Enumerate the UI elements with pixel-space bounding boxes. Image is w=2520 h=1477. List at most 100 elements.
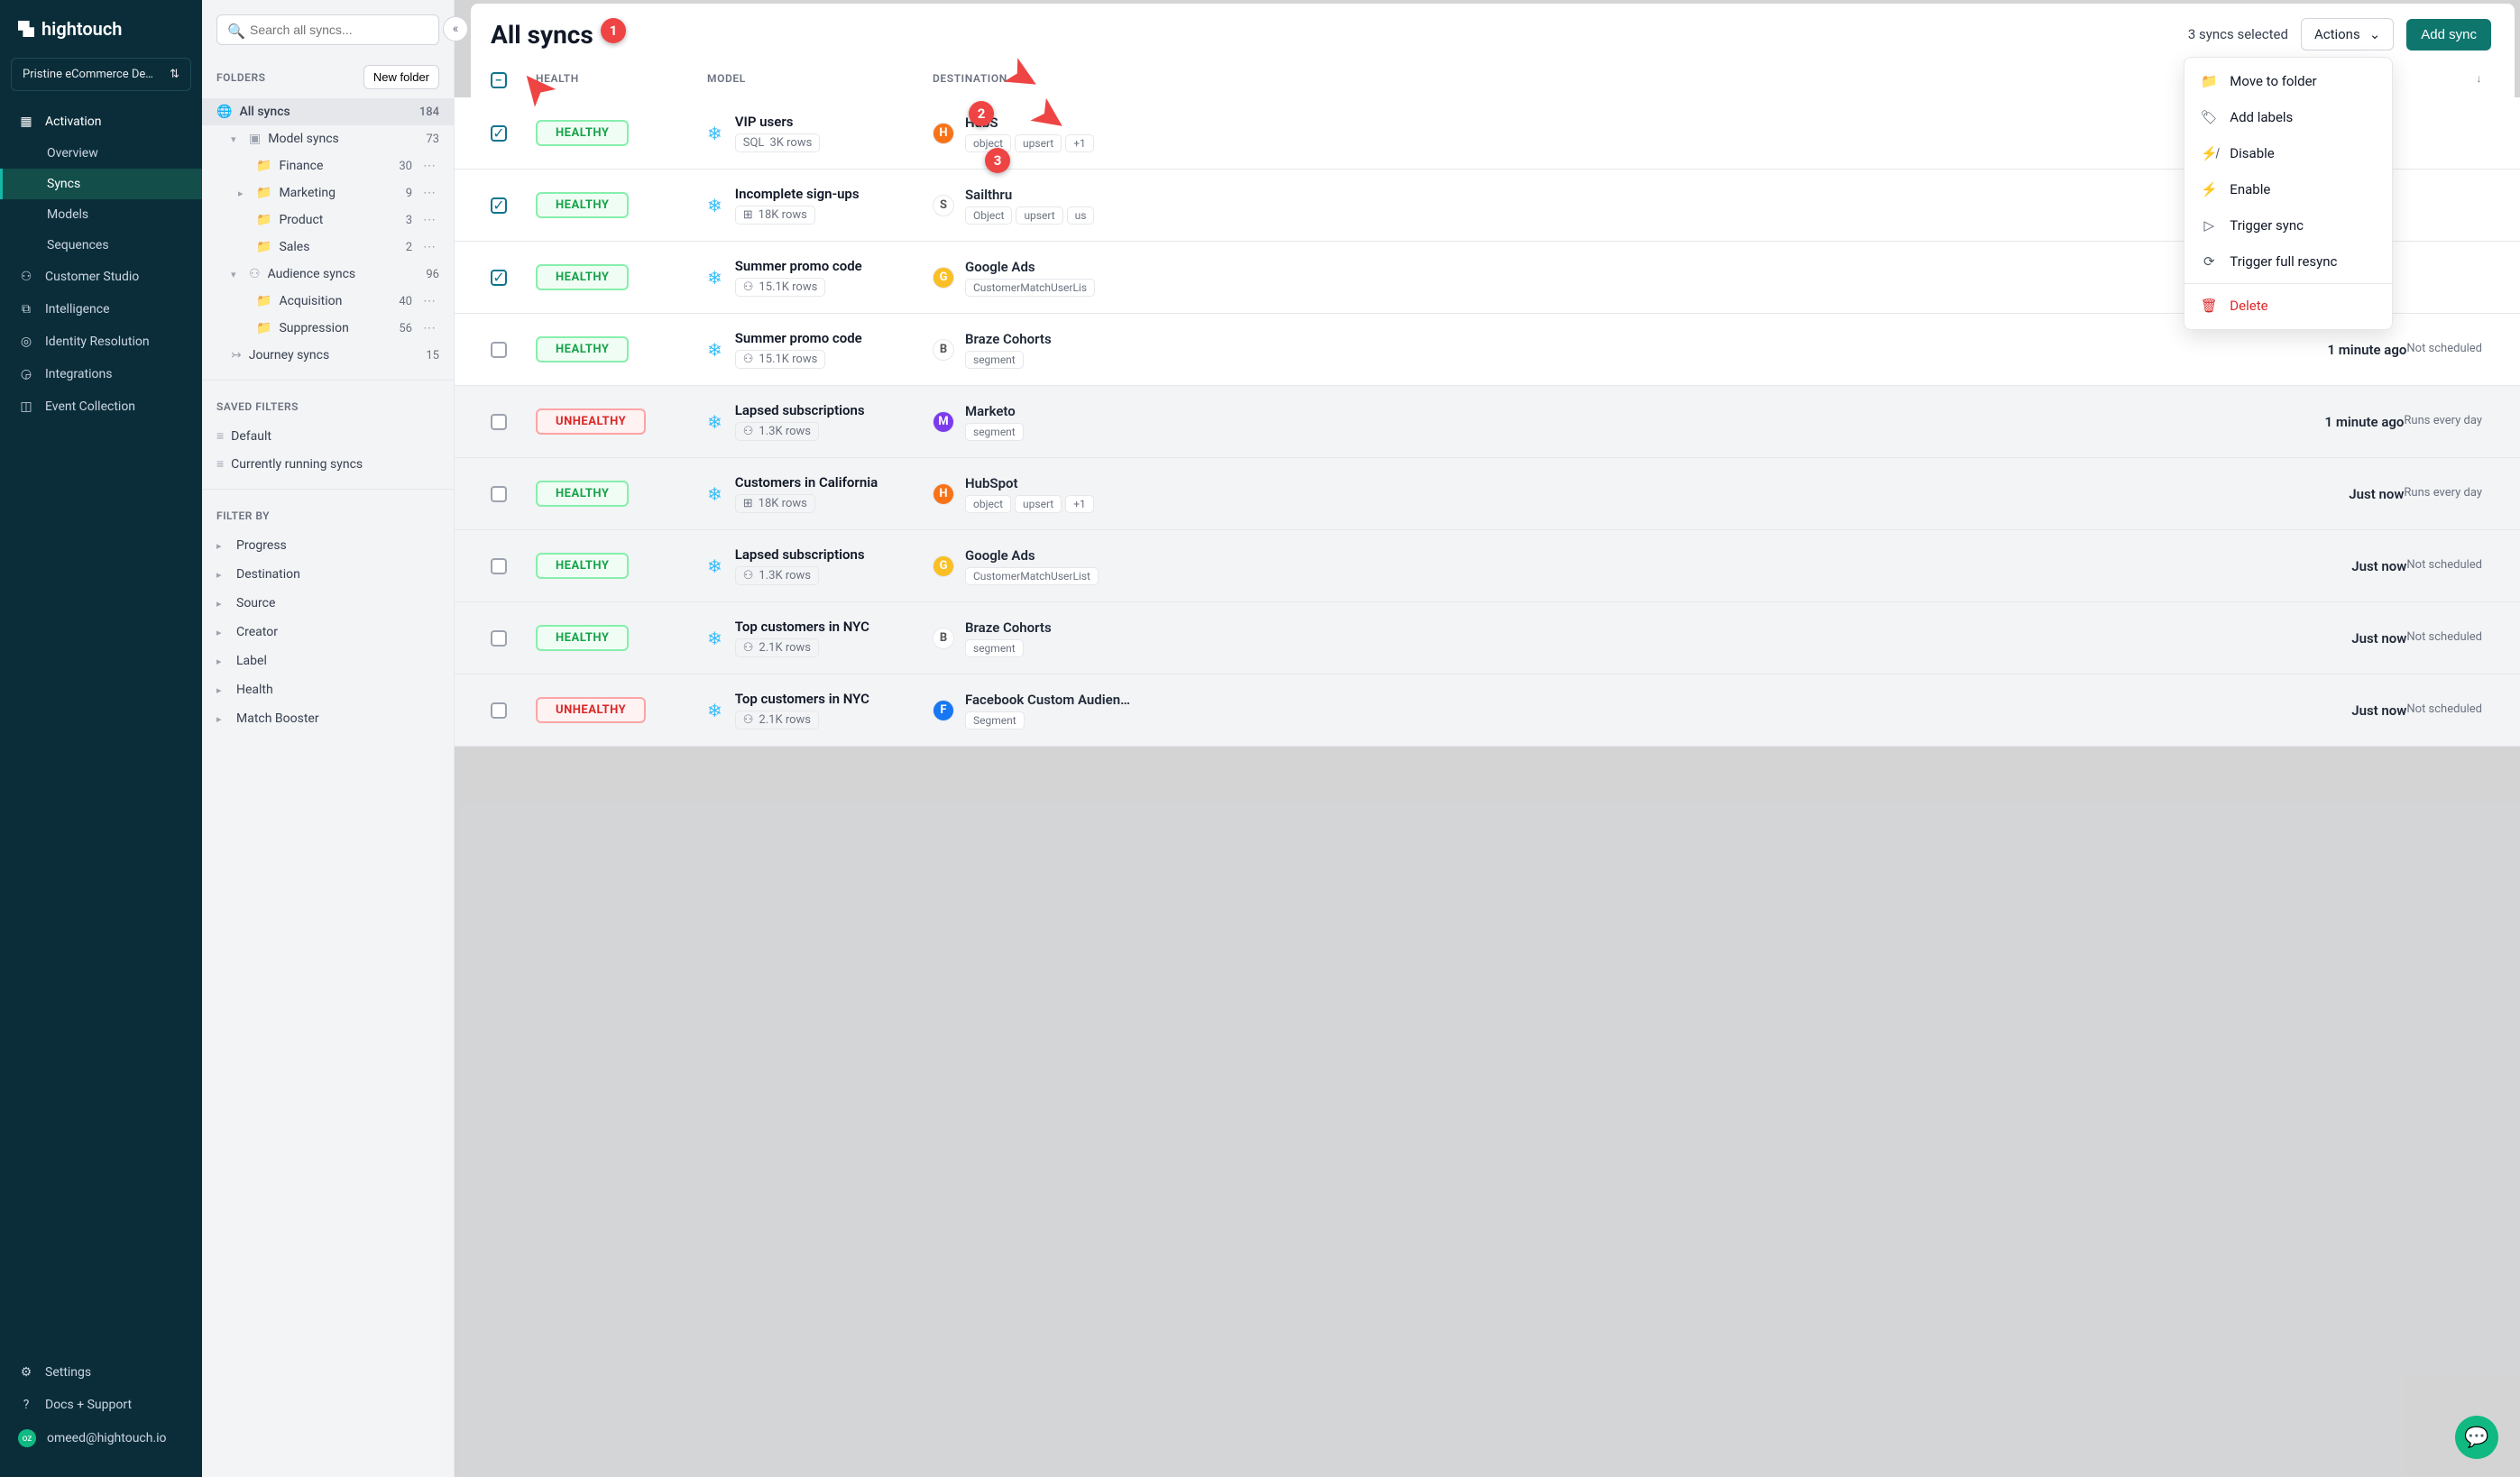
filter-source[interactable]: ▸Source xyxy=(202,589,454,618)
collapse-panel-button[interactable]: « xyxy=(443,16,468,41)
filter-match-booster[interactable]: ▸Match Booster xyxy=(202,704,454,733)
folder-icon: 📁 xyxy=(256,240,271,254)
filter-label[interactable]: ▸Label xyxy=(202,647,454,675)
filter-health[interactable]: ▸Health xyxy=(202,675,454,704)
model-name: Incomplete sign-ups xyxy=(735,186,860,202)
destination-tag: object xyxy=(965,495,1011,513)
callout-2: 2 xyxy=(969,101,994,126)
table-row[interactable]: UNHEALTHY❄Lapsed subscriptions⚇ 1.3K row… xyxy=(455,386,2520,458)
folder-product[interactable]: 📁 Product 3 ⋯ xyxy=(202,206,454,234)
new-folder-button[interactable]: New folder xyxy=(363,65,439,89)
folder-journey-syncs[interactable]: ↣ Journey syncs 15 xyxy=(202,342,454,369)
snowflake-icon: ❄ xyxy=(707,555,722,577)
nav-intelligence[interactable]: ⧉ Intelligence xyxy=(0,293,202,326)
more-icon[interactable]: ⋯ xyxy=(419,159,439,173)
folder-all-syncs[interactable]: 🌐 All syncs 184 xyxy=(202,98,454,125)
dd-add-labels[interactable]: 🏷Add labels xyxy=(2184,99,2392,135)
rows-icon: SQL xyxy=(743,136,765,150)
last-run-time: 1 minute ago xyxy=(2325,414,2405,430)
row-checkbox[interactable] xyxy=(491,342,507,358)
filter-creator[interactable]: ▸Creator xyxy=(202,618,454,647)
table-row[interactable]: HEALTHY❄Top customers in NYC⚇ 2.1K rowsB… xyxy=(455,602,2520,674)
chevron-right-icon: ▸ xyxy=(216,627,227,638)
dd-trigger-full[interactable]: ⟳Trigger full resync xyxy=(2184,243,2392,280)
more-icon[interactable]: ⋯ xyxy=(419,186,439,200)
destination-tag: upsert xyxy=(1016,206,1062,225)
dd-trigger-sync[interactable]: ▷Trigger sync xyxy=(2184,207,2392,243)
saved-filter-default[interactable]: ≡ Default xyxy=(202,422,454,450)
table-row[interactable]: UNHEALTHY❄Top customers in NYC⚇ 2.1K row… xyxy=(455,674,2520,747)
dd-delete[interactable]: 🗑Delete xyxy=(2184,288,2392,324)
folder-model-syncs[interactable]: ▾ ▣ Model syncs 73 xyxy=(202,125,454,152)
destination-tag: CustomerMatchUserLis xyxy=(965,279,1095,297)
destination-icon: H xyxy=(933,483,954,505)
folder-sales[interactable]: 📁 Sales 2 ⋯ xyxy=(202,234,454,261)
nav-docs[interactable]: ? Docs + Support xyxy=(0,1389,202,1421)
select-all-checkbox[interactable]: – xyxy=(491,72,507,88)
col-model: MODEL xyxy=(707,72,933,88)
last-run-time: Just now xyxy=(2349,486,2404,502)
snowflake-icon: ❄ xyxy=(707,123,722,144)
more-icon[interactable]: ⋯ xyxy=(419,240,439,254)
model-meta: ⚇ 15.1K rows xyxy=(735,350,826,369)
row-checkbox[interactable]: ✓ xyxy=(491,125,507,142)
folder-audience-syncs[interactable]: ▾ ⚇ Audience syncs 96 xyxy=(202,261,454,288)
table-row[interactable]: HEALTHY❄Lapsed subscriptions⚇ 1.3K rowsG… xyxy=(455,530,2520,602)
destination-tag: segment xyxy=(965,639,1024,657)
chat-fab[interactable]: 💬 xyxy=(2455,1416,2498,1459)
dd-move-folder[interactable]: 📁Move to folder xyxy=(2184,63,2392,99)
rows-icon: ⚇ xyxy=(743,569,754,583)
nav-sequences[interactable]: Sequences xyxy=(0,230,202,261)
health-badge: HEALTHY xyxy=(536,481,629,507)
model-name: Top customers in NYC xyxy=(735,619,869,635)
folder-icon: 📁 xyxy=(256,159,271,173)
nav-overview[interactable]: Overview xyxy=(0,138,202,169)
dd-enable[interactable]: ⚡Enable xyxy=(2184,171,2392,207)
destination-name: HubSpot xyxy=(965,475,1094,491)
nav-integrations[interactable]: ◶ Integrations xyxy=(0,358,202,390)
saved-filter-running[interactable]: ≡ Currently running syncs xyxy=(202,450,454,478)
destination-icon: S xyxy=(933,195,954,216)
folder-acquisition[interactable]: 📁 Acquisition 40 ⋯ xyxy=(202,288,454,315)
integrations-icon: ◶ xyxy=(18,366,34,382)
row-checkbox[interactable] xyxy=(491,702,507,719)
folder-marketing[interactable]: ▸ 📁 Marketing 9 ⋯ xyxy=(202,179,454,206)
more-icon[interactable]: ⋯ xyxy=(419,294,439,308)
row-checkbox[interactable] xyxy=(491,630,507,647)
chevron-down-icon: ▾ xyxy=(231,269,242,280)
folder-suppression[interactable]: 📁 Suppression 56 ⋯ xyxy=(202,315,454,342)
folder-finance[interactable]: 📁 Finance 30 ⋯ xyxy=(202,152,454,179)
more-icon[interactable]: ⋯ xyxy=(419,321,439,335)
health-badge: HEALTHY xyxy=(536,553,629,579)
workspace-selector[interactable]: Pristine eCommerce De… ⇅ xyxy=(11,58,191,91)
nav-identity[interactable]: ◎ Identity Resolution xyxy=(0,326,202,358)
sort-arrow-icon[interactable]: ↓ xyxy=(2476,72,2482,88)
nav-event-collection[interactable]: ◫ Event Collection xyxy=(0,390,202,423)
dd-disable[interactable]: ⚡̸Disable xyxy=(2184,135,2392,171)
table-row[interactable]: HEALTHY❄Customers in California⊞ 18K row… xyxy=(455,458,2520,530)
nav-models[interactable]: Models xyxy=(0,199,202,230)
row-checkbox[interactable]: ✓ xyxy=(491,270,507,286)
nav-customer-studio[interactable]: ⚇ Customer Studio xyxy=(0,261,202,293)
row-checkbox[interactable] xyxy=(491,414,507,430)
add-sync-button[interactable]: Add sync xyxy=(2406,19,2491,50)
schedule-text: Not scheduled xyxy=(2406,702,2482,719)
destination-tag: segment xyxy=(965,423,1024,441)
user-menu[interactable]: oz omeed@hightouch.io xyxy=(0,1421,202,1455)
filter-destination[interactable]: ▸Destination xyxy=(202,560,454,589)
search-input[interactable] xyxy=(216,14,439,45)
nav-syncs[interactable]: Syncs xyxy=(0,169,202,199)
row-checkbox[interactable] xyxy=(491,486,507,502)
more-icon[interactable]: ⋯ xyxy=(419,213,439,227)
filter-progress[interactable]: ▸Progress xyxy=(202,531,454,560)
nav-settings[interactable]: ⚙ Settings xyxy=(0,1356,202,1389)
nav-activation[interactable]: ▦ Activation xyxy=(0,106,202,138)
workspace-name: Pristine eCommerce De… xyxy=(23,68,153,81)
model-meta: ⊞ 18K rows xyxy=(735,206,815,225)
row-checkbox[interactable]: ✓ xyxy=(491,197,507,214)
search-icon: 🔍 xyxy=(227,23,245,40)
actions-button[interactable]: Actions ⌄ 📁Move to folder 🏷Add labels ⚡̸… xyxy=(2301,18,2394,50)
rows-icon: ⊞ xyxy=(743,208,753,222)
chart-icon: ⧉ xyxy=(18,301,34,317)
row-checkbox[interactable] xyxy=(491,558,507,574)
